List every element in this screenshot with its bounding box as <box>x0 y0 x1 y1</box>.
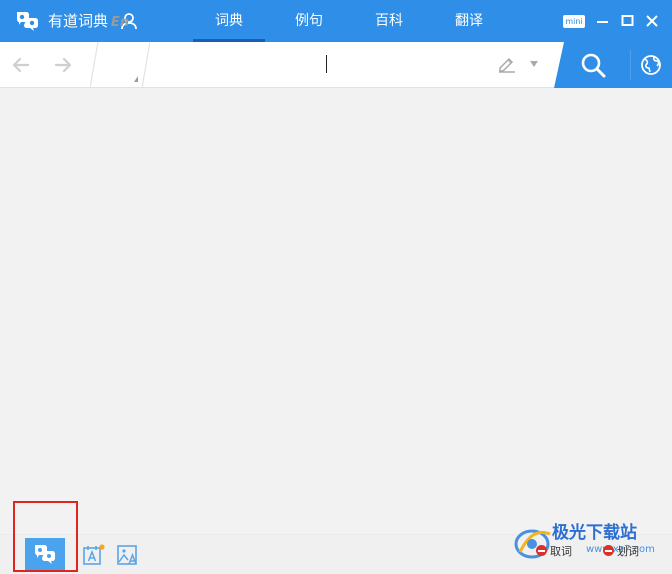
image-translate-icon[interactable] <box>116 543 140 567</box>
mini-mode-button[interactable]: mini <box>563 15 585 28</box>
language-selector-frame <box>90 42 150 88</box>
minimize-icon[interactable] <box>596 13 610 29</box>
search-button[interactable] <box>554 42 630 88</box>
youdao-logo-icon <box>17 12 38 31</box>
content-area <box>0 89 672 534</box>
text-cursor <box>326 55 327 73</box>
globe-icon[interactable] <box>630 42 672 88</box>
language-selector[interactable]: En <box>111 14 129 32</box>
chevron-down-icon[interactable] <box>530 61 538 67</box>
capture-label: 取词 <box>550 545 572 558</box>
handwriting-pen-icon[interactable] <box>497 54 517 74</box>
app-title: 有道词典 <box>48 12 109 30</box>
word-book-icon[interactable] <box>82 543 106 567</box>
maximize-icon[interactable] <box>621 13 635 29</box>
back-arrow-icon[interactable] <box>10 54 32 76</box>
tab-translate[interactable]: 翻译 <box>433 0 505 42</box>
forward-arrow-icon[interactable] <box>52 54 74 76</box>
select-label: 划词 <box>617 545 639 558</box>
tab-encyclopedia[interactable]: 百科 <box>353 0 425 42</box>
select-word-translate-toggle[interactable]: 划词 <box>603 543 639 561</box>
watermark-text: 极光下载站 <box>552 523 637 543</box>
status-off-icon <box>603 545 614 556</box>
highlight-annotation-box <box>13 501 78 572</box>
title-bar: 有道词典 词典 例句 百科 翻译 mini <box>0 0 672 42</box>
tab-example-sentences[interactable]: 例句 <box>273 0 345 42</box>
status-off-icon <box>536 545 547 556</box>
tab-dictionary[interactable]: 词典 <box>193 0 265 42</box>
search-input[interactable] <box>160 50 480 80</box>
screen-word-capture-toggle[interactable]: 取词 <box>536 543 572 561</box>
close-icon[interactable] <box>645 13 659 29</box>
